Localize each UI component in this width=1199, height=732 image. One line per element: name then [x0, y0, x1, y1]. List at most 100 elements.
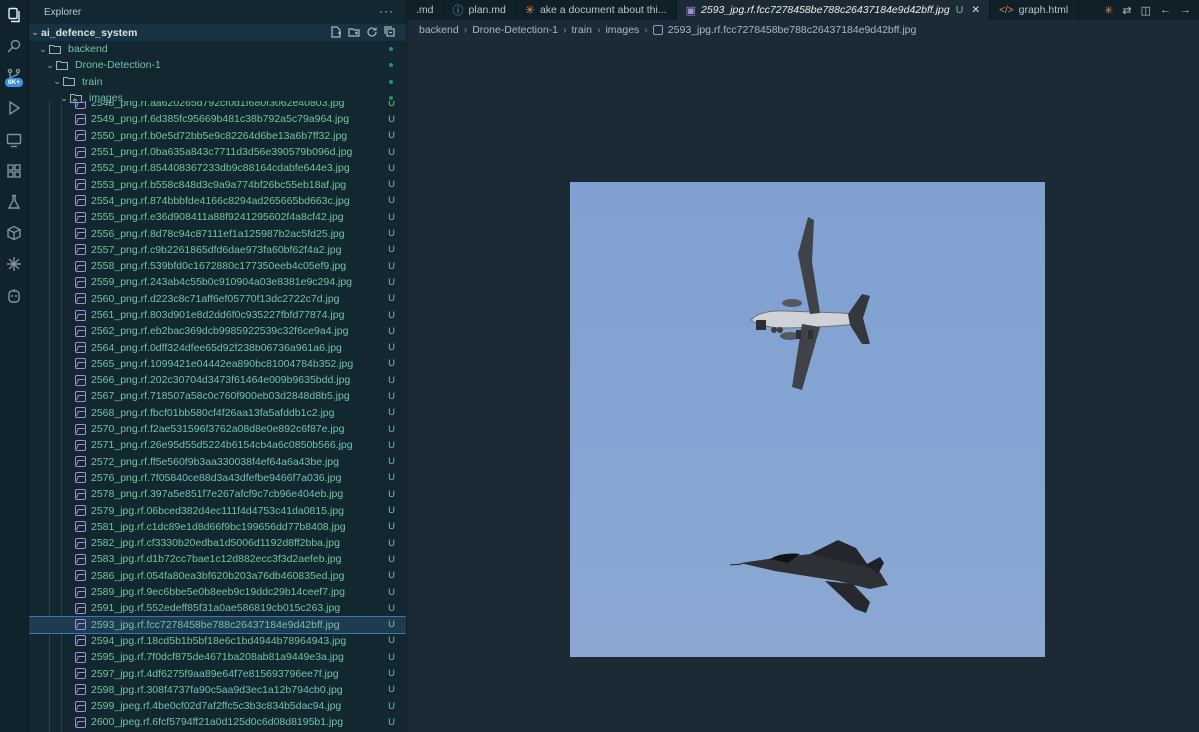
git-status: U — [388, 309, 395, 321]
file-row[interactable]: 2554_png.rf.874bbbfde4166c8294ad265665bd… — [29, 193, 406, 209]
file-row[interactable]: 2565_png.rf.1099421e04442ea890bc81004784… — [29, 356, 406, 372]
git-status: U — [388, 228, 395, 240]
file-row[interactable]: 2597_jpg.rf.4df6275f9aa89e64f7e815693796… — [29, 665, 406, 681]
git-status: U — [388, 390, 395, 402]
git-status: U — [388, 619, 395, 631]
file-row[interactable]: 2551_png.rf.0ba635a843c7711d3d56e390579b… — [29, 144, 406, 160]
file-row[interactable]: 2595_jpg.rf.7f0dcf875de4671ba208ab81a944… — [29, 649, 406, 665]
chevron-right-icon: › — [463, 24, 468, 36]
file-row[interactable]: 2579_jpg.rf.06bced382d4ec111f4d4753c41da… — [29, 502, 406, 518]
file-row[interactable]: 2567_png.rf.718507a58c0c760f900eb03d2848… — [29, 388, 406, 404]
git-status: U — [388, 423, 395, 435]
file-row[interactable]: 2583_jpg.rf.d1b72cc7bae1c12d882ecc3f3d2a… — [29, 551, 406, 567]
file-row[interactable]: 2558_png.rf.539bfd0c1672880c177350eeb4c0… — [29, 258, 406, 274]
file-row[interactable]: 2586_jpg.rf.054fa80ea3bf620b203a76db4608… — [29, 568, 406, 584]
file-row[interactable]: 2589_jpg.rf.9ec6bbe5e0b8eeb9c19ddc29b14c… — [29, 584, 406, 600]
file-row[interactable]: 2560_png.rf.d223c8c71aff6ef05770f13dc272… — [29, 291, 406, 307]
breadcrumb-item[interactable]: train — [572, 24, 592, 36]
file-row[interactable]: 2555_png.rf.e36d908411a88f9241295602f4a8… — [29, 209, 406, 225]
ai-assistant-icon[interactable]: ✳ — [1104, 4, 1113, 17]
breadcrumb-item[interactable]: images — [605, 24, 639, 36]
image-file-icon — [75, 374, 86, 386]
git-status: U — [388, 651, 395, 663]
file-row[interactable]: 2593_jpg.rf.fcc7278458be788c26437184e9d4… — [29, 615, 406, 634]
file-row[interactable]: 2568_png.rf.fbcf01bb580cf4f26aa13fa5afdd… — [29, 405, 406, 421]
file-row[interactable]: 2550_png.rf.b0e5d72bb5e9c82264d6be13a6b7… — [29, 128, 406, 144]
run-debug-icon[interactable] — [4, 98, 24, 118]
tab-md[interactable]: .md — [407, 0, 444, 20]
file-row[interactable]: 2564_png.rf.0dff324dfee65d92f238b06736a9… — [29, 339, 406, 355]
breadcrumb-item[interactable]: Drone-Detection-1 — [472, 24, 558, 36]
compare-icon[interactable]: ⇄ — [1122, 4, 1131, 17]
git-status: U — [388, 146, 395, 158]
chevron-down-icon: ⌄ — [46, 59, 54, 70]
search-icon[interactable] — [4, 36, 24, 56]
file-row[interactable]: 2559_png.rf.243ab4c55b0c910904a03e8381e9… — [29, 274, 406, 290]
new-folder-icon[interactable] — [348, 26, 360, 38]
file-row[interactable]: 2571_png.rf.26e95d55d5224b6154cb4a6c0850… — [29, 437, 406, 453]
file-name: 2586_jpg.rf.054fa80ea3bf620b203a76db4608… — [91, 569, 345, 582]
folder-drone-detection[interactable]: ⌄ Drone-Detection-1 — [29, 57, 406, 73]
folder-backend[interactable]: ⌄ backend — [29, 41, 406, 57]
file-row[interactable]: 2599_jpeg.rf.4be0cf02d7af2ffc5c3b3c834b5… — [29, 698, 406, 714]
workspace-root[interactable]: ⌄ ai_defence_system — [29, 24, 406, 41]
more-actions-icon[interactable]: ··· — [379, 4, 394, 18]
file-row[interactable]: 2582_jpg.rf.cf3330b20edba1d5006d1192d8ff… — [29, 535, 406, 551]
file-name: 2557_png.rf.c9b2261865dfd6dae973fa60bf62… — [91, 243, 342, 256]
file-row[interactable]: 2598_jpg.rf.308f4737fa90c5aa9d3ec1a12b79… — [29, 682, 406, 698]
image-file-icon — [75, 179, 86, 191]
tab-plan-md[interactable]: ⓘ plan.md — [444, 0, 516, 20]
file-row[interactable]: 2600_jpeg.rf.6fcf5794ff21a0d125d0c6d08d8… — [29, 714, 406, 730]
refresh-icon[interactable] — [366, 26, 378, 38]
file-row[interactable]: 2591_jpg.rf.552edeff85f31a0ae586819cb015… — [29, 600, 406, 616]
packages-icon[interactable] — [4, 223, 24, 243]
back-arrow-icon[interactable]: ← — [1160, 4, 1171, 16]
file-name: 2571_png.rf.26e95d55d5224b6154cb4a6c0850… — [91, 439, 353, 452]
git-status-dot — [389, 95, 393, 100]
file-row[interactable]: 2572_png.rf.ff5e560f9b3aa330038f4ef64a6a… — [29, 454, 406, 470]
file-row[interactable]: 2562_png.rf.eb2bac369dcb9985922539c32f6c… — [29, 323, 406, 339]
file-row[interactable]: 2548_png.rf.aa620265d792cf0d1f680f3062e4… — [29, 101, 406, 111]
remote-explorer-icon[interactable] — [4, 130, 24, 150]
breadcrumb-item[interactable]: 2593_jpg.rf.fcc7278458be788c26437184e9d4… — [668, 24, 917, 36]
file-row[interactable]: 2553_png.rf.b558c848d3c9a9a774bf26bc55eb… — [29, 176, 406, 192]
testing-icon[interactable] — [4, 192, 24, 212]
new-file-icon[interactable] — [330, 26, 342, 38]
extensions-icon[interactable] — [4, 161, 24, 181]
file-row[interactable]: 2578_png.rf.397a5e851f7e267afcf9c7cb96e4… — [29, 486, 406, 502]
tab-graph-html[interactable]: </> graph.html — [990, 0, 1079, 20]
file-row[interactable]: 2552_png.rf.854408367233db9c88164cdabfe6… — [29, 160, 406, 176]
file-row[interactable]: 2594_jpg.rf.18cd5b1b5bf18e6c1bd4944b7896… — [29, 633, 406, 649]
image-icon — [652, 25, 663, 35]
collapse-all-icon[interactable] — [384, 26, 396, 38]
explorer-icon[interactable] — [4, 5, 24, 25]
git-status-dot — [389, 47, 393, 51]
folder-train[interactable]: ⌄ train — [29, 74, 406, 90]
git-status: U — [388, 505, 395, 517]
file-row[interactable]: 2566_png.rf.202c30704d3473f61464e009b963… — [29, 372, 406, 388]
image-file-icon — [75, 260, 86, 272]
file-name: 2595_jpg.rf.7f0dcf875de4671ba208ab81a944… — [91, 651, 344, 664]
tab-ai-chat[interactable]: ✳ ake a document about thi... — [516, 0, 677, 20]
html-icon: </> — [999, 4, 1014, 16]
close-icon[interactable]: ✕ — [971, 4, 980, 16]
ai-assistant-icon[interactable] — [4, 254, 24, 274]
tab-image-active[interactable]: ▣ 2593_jpg.rf.fcc7278458be788c26437184e9… — [676, 0, 991, 20]
agent-icon[interactable] — [4, 286, 24, 306]
image-file-icon — [75, 602, 86, 614]
file-name: 2553_png.rf.b558c848d3c9a9a774bf26bc55eb… — [91, 178, 347, 191]
file-row[interactable]: 2581_jpg.rf.c1dc89e1d8d66f9bc199656dd77b… — [29, 519, 406, 535]
breadcrumb-item[interactable]: backend — [419, 24, 459, 36]
file-row[interactable]: 2549_png.rf.6d385fc95669b481c38b792a5c79… — [29, 111, 406, 127]
split-editor-icon[interactable]: ◫ — [1141, 4, 1151, 17]
git-status: U — [388, 276, 395, 288]
file-row[interactable]: 2557_png.rf.c9b2261865dfd6dae973fa60bf62… — [29, 242, 406, 258]
forward-arrow-icon[interactable]: → — [1180, 4, 1191, 16]
git-status: U — [388, 668, 395, 680]
file-row[interactable]: 2576_png.rf.7f05840ce88d3a43dfefbe9466f7… — [29, 470, 406, 486]
file-row[interactable]: 2570_png.rf.f2ae531596f3762a08d8e0e892c6… — [29, 421, 406, 437]
file-row[interactable]: 2561_png.rf.803d901e8d2dd6f0c935227fbfd7… — [29, 307, 406, 323]
file-name: 2598_jpg.rf.308f4737fa90c5aa9d3ec1a12b79… — [91, 683, 343, 696]
file-name: 2578_png.rf.397a5e851f7e267afcf9c7cb96e4… — [91, 488, 344, 501]
file-row[interactable]: 2556_png.rf.8d78c94c87111ef1a125987b2ac5… — [29, 225, 406, 241]
